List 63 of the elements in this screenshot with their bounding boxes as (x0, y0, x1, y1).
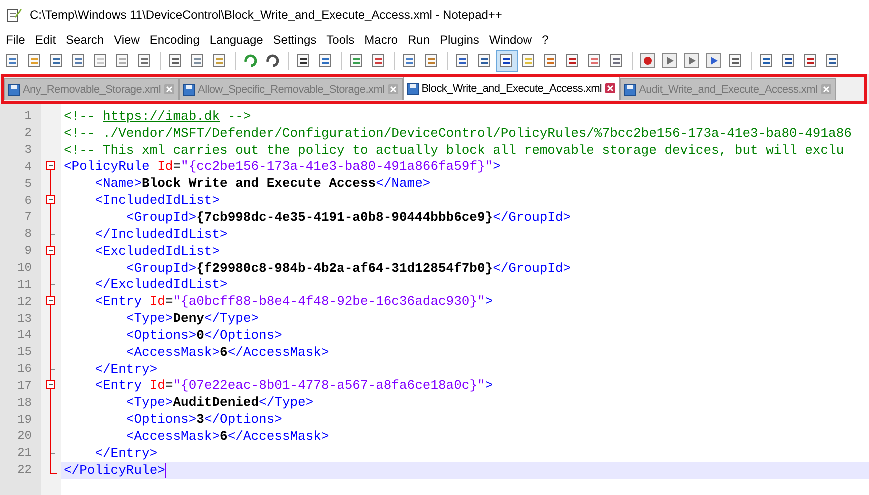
line-number: 15 (16, 345, 33, 360)
line-number: 19 (16, 412, 33, 427)
code-line: </Entry> (94, 446, 158, 461)
code-line: </ExcludedIdList> (94, 277, 228, 292)
line-number: 13 (16, 312, 33, 326)
line-number: 17 (16, 378, 33, 393)
code-line: <Type>AuditDenied</Type> (125, 395, 314, 410)
line-number: 22 (16, 463, 33, 478)
file-tab[interactable]: Block_Write_and_Execute_Access.xml (402, 75, 620, 100)
line-number: 5 (24, 176, 33, 191)
code-line: <!-- https://imab.dk --> (64, 108, 252, 124)
code-line: <Type>Deny</Type> (125, 311, 260, 326)
line-number: 21 (16, 446, 33, 460)
line-number: 3 (24, 143, 33, 158)
menu-item[interactable]: Language (206, 32, 270, 46)
line-number: 10 (16, 261, 33, 276)
code-line: <IncludedIdList> (94, 193, 220, 208)
line-number: 8 (24, 227, 33, 242)
code-line: </Entry> (94, 362, 158, 377)
line-number: 20 (16, 429, 33, 444)
menu-item[interactable]: Window (485, 32, 538, 46)
line-number: 7 (24, 210, 33, 224)
code-line: <AccessMask>6</AccessMask> (125, 428, 330, 444)
code-line: <ExcludedIdList> (94, 244, 220, 259)
menu-item[interactable]: Settings (269, 32, 323, 46)
line-number: 14 (16, 328, 33, 342)
close-icon[interactable] (605, 83, 616, 94)
line-number: 6 (24, 194, 33, 208)
code-line: <GroupId>{7cb998dc-4e35-4191-a0b8-90444bbb6ce9}</GroupId> (125, 210, 572, 225)
code-line: </IncludedIdList> (94, 226, 228, 242)
close-icon[interactable] (388, 84, 399, 95)
menu-item[interactable]: Search (62, 32, 110, 46)
line-number: 1 (24, 109, 33, 124)
line-number: 11 (16, 278, 33, 292)
window-title: C:\Temp\Windows 11\DeviceControl\Block_Write_and_Execute_Access.xml - Notepad++ (30, 8, 502, 22)
notepad-icon (6, 7, 22, 23)
code-line: <Options>3</Options> (125, 412, 282, 428)
menu-item[interactable]: Encoding (146, 32, 206, 46)
code-line: <!-- ./Vendor/MSFT/Defender/Configuration/DeviceControl/PolicyRules/%7bcc2be156-173a-41e3-ba80-491a86 (64, 126, 852, 141)
code-line: <Entry Id="{07e22eac-8b01-4778-a567-a8fa6ce18a0c}"> (94, 378, 494, 394)
menu-item[interactable]: View (110, 32, 146, 46)
line-number: 9 (24, 244, 33, 258)
menu-item[interactable]: Macro (360, 32, 404, 46)
close-icon[interactable] (164, 84, 176, 95)
menu-item[interactable]: ? (538, 32, 555, 46)
line-number: 18 (16, 396, 33, 410)
menu-item[interactable]: Plugins (436, 32, 486, 46)
close-icon[interactable] (820, 84, 832, 95)
code-line: <PolicyRule Id="{cc2be156-173a-41e3-ba80-491a866fa59f}"> (64, 159, 501, 174)
line-number: 16 (16, 362, 33, 376)
code-line: <Options>0</Options> (125, 328, 282, 343)
code-line: <GroupId>{f29980c8-984b-4b2a-af64-31d12854f7b0}</GroupId> (125, 260, 572, 276)
code-line: <Entry Id="{a0bcff88-b8e4-4f48-92be-16c36adac930}"> (94, 294, 494, 310)
menu-item[interactable]: Run (404, 32, 436, 46)
line-number: 12 (16, 294, 33, 309)
code-line: <AccessMask>6</AccessMask> (125, 344, 330, 360)
menu-item[interactable]: Tools (322, 32, 361, 46)
code-line: <Name>Block Write and Execute Access</Name> (94, 176, 431, 192)
menu-item[interactable]: File (2, 32, 32, 46)
line-number: 2 (24, 126, 33, 140)
code-line: <!-- This xml carries out the policy to actually block all removable storage devices, but will exclu (64, 142, 844, 158)
menu-item[interactable]: Edit (31, 32, 62, 46)
line-number: 4 (24, 160, 33, 174)
